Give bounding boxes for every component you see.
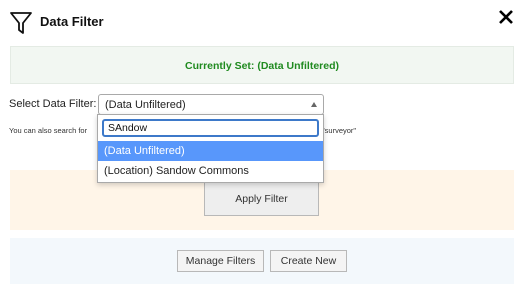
dropdown-option-sandow-commons[interactable]: (Location) Sandow Commons xyxy=(98,161,323,181)
manage-filters-button[interactable]: Manage Filters xyxy=(177,250,264,272)
current-filter-panel: Currently Set: (Data Unfiltered) xyxy=(10,46,514,84)
dropdown-option-data-unfiltered[interactable]: (Data Unfiltered) xyxy=(98,141,323,161)
dropdown-search-input[interactable] xyxy=(102,119,319,137)
filter-select-value: (Data Unfiltered) xyxy=(105,99,186,111)
search-hint-suffix: "surveyor" xyxy=(322,126,357,135)
current-filter-status: Currently Set: (Data Unfiltered) xyxy=(184,60,340,72)
filter-icon xyxy=(10,12,32,34)
dialog-title: Data Filter xyxy=(40,14,104,29)
search-hint-text: You can also search for xyxy=(9,126,88,135)
create-new-button[interactable]: Create New xyxy=(270,250,347,272)
filter-select[interactable]: (Data Unfiltered) xyxy=(98,94,324,115)
select-filter-label: Select Data Filter: xyxy=(9,98,97,110)
filter-dropdown: (Data Unfiltered) (Location) Sandow Comm… xyxy=(97,114,324,183)
dialog-header: Data Filter xyxy=(0,0,524,44)
select-arrow-icon xyxy=(311,102,317,107)
close-icon[interactable] xyxy=(498,9,514,25)
apply-filter-button[interactable]: Apply Filter xyxy=(204,182,319,216)
